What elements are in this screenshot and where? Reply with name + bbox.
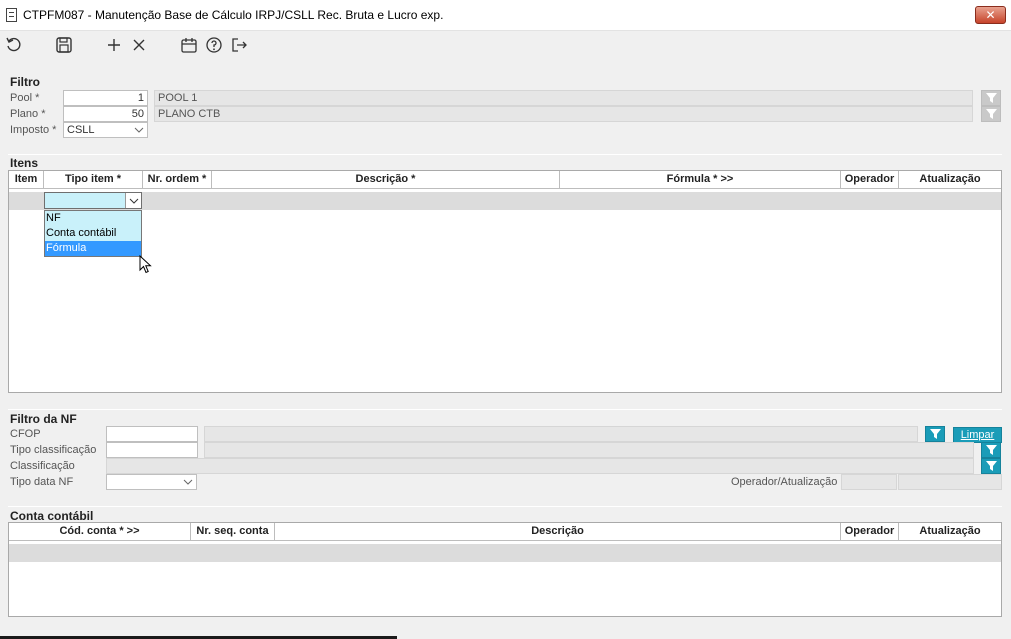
option-conta-contabil[interactable]: Conta contábil: [45, 226, 141, 241]
filter-icon: [986, 445, 997, 455]
delete-icon[interactable]: [129, 35, 149, 55]
filter-icon: [986, 461, 997, 471]
close-button[interactable]: ✕: [975, 6, 1006, 24]
tipo-classificacao-filter-button[interactable]: [981, 442, 1001, 458]
col-descricao-conta[interactable]: Descrição: [275, 523, 841, 541]
divider: [8, 409, 1002, 410]
cfop-description: [204, 426, 918, 442]
plano-filter-button[interactable]: [981, 106, 1001, 122]
divider: [8, 154, 1002, 155]
classificacao-label: Classificação: [10, 460, 75, 472]
conta-contabil-title: Conta contábil: [10, 509, 94, 523]
tipo-item-dropdown-button[interactable]: [125, 193, 141, 208]
operador-field: [841, 474, 897, 490]
filtro-nf-title: Filtro da NF: [10, 412, 77, 426]
plano-description: PLANO CTB: [154, 106, 973, 122]
help-icon[interactable]: [204, 35, 224, 55]
save-icon[interactable]: [54, 35, 74, 55]
atualizacao-field: [898, 474, 1002, 490]
cfop-filter-button[interactable]: [925, 426, 945, 442]
document-icon: [6, 8, 17, 22]
col-formula[interactable]: Fórmula * >>: [560, 171, 841, 189]
add-icon[interactable]: [104, 35, 124, 55]
table-row[interactable]: [9, 544, 1001, 562]
tipo-data-nf-select[interactable]: [106, 474, 197, 490]
col-operador[interactable]: Operador: [841, 171, 899, 189]
conta-grid-header: Cód. conta * >> Nr. seq. conta Descrição…: [9, 523, 1001, 541]
classificacao-filter-button[interactable]: [981, 458, 1001, 474]
imposto-label: Imposto *: [10, 124, 57, 136]
col-cod-conta[interactable]: Cód. conta * >>: [9, 523, 191, 541]
mouse-cursor-icon: [139, 255, 152, 274]
calendar-icon[interactable]: [179, 35, 199, 55]
limpar-button[interactable]: Limpar: [953, 427, 1002, 443]
pool-description: POOL 1: [154, 90, 973, 106]
plano-input[interactable]: 50: [63, 106, 148, 122]
pool-input[interactable]: 1: [63, 90, 148, 106]
table-row[interactable]: [9, 192, 1001, 210]
chevron-down-icon: [183, 479, 193, 485]
cfop-label: CFOP: [10, 428, 41, 440]
classificacao-input[interactable]: [106, 458, 974, 474]
tipo-classificacao-label: Tipo classificação: [10, 444, 97, 456]
filter-icon: [986, 93, 997, 103]
conta-contabil-grid: Cód. conta * >> Nr. seq. conta Descrição…: [8, 522, 1002, 617]
window-title: CTPFM087 - Manutenção Base de Cálculo IR…: [23, 8, 444, 22]
chevron-down-icon: [134, 127, 144, 133]
undo-icon[interactable]: [4, 35, 24, 55]
tipo-classificacao-description: [204, 442, 974, 458]
filter-icon: [930, 429, 941, 439]
pool-filter-button[interactable]: [981, 90, 1001, 106]
imposto-value: CSLL: [67, 124, 95, 136]
tipo-classificacao-input[interactable]: [106, 442, 198, 458]
itens-grid: Item Tipo item * Nr. ordem * Descrição *…: [8, 170, 1002, 393]
option-formula[interactable]: Fórmula: [45, 241, 141, 256]
col-atualizacao[interactable]: Atualização: [899, 171, 1001, 189]
title-bar: CTPFM087 - Manutenção Base de Cálculo IR…: [0, 0, 1011, 31]
divider: [8, 506, 1002, 507]
itens-title: Itens: [10, 156, 39, 170]
option-nf[interactable]: NF: [45, 211, 141, 226]
tipo-data-nf-label: Tipo data NF: [10, 476, 74, 488]
col-tipo-item[interactable]: Tipo item *: [44, 171, 143, 189]
col-nr-seq-conta[interactable]: Nr. seq. conta: [191, 523, 275, 541]
operador-atualizacao-label: Operador/Atualização: [731, 476, 838, 488]
plano-label: Plano *: [10, 108, 46, 120]
filter-icon: [986, 109, 997, 119]
col-nr-ordem[interactable]: Nr. ordem *: [143, 171, 212, 189]
cfop-input[interactable]: [106, 426, 198, 442]
col-item[interactable]: Item: [9, 171, 44, 189]
col-operador-conta[interactable]: Operador: [841, 523, 899, 541]
col-atualizacao-conta[interactable]: Atualização: [899, 523, 1001, 541]
itens-grid-header: Item Tipo item * Nr. ordem * Descrição *…: [9, 171, 1001, 189]
chevron-down-icon: [129, 198, 139, 204]
col-descricao[interactable]: Descrição *: [212, 171, 560, 189]
exit-icon[interactable]: [229, 35, 249, 55]
imposto-select[interactable]: CSLL: [63, 122, 148, 138]
filtro-title: Filtro: [10, 75, 40, 89]
tipo-item-options: NF Conta contábil Fórmula: [44, 210, 142, 257]
toolbar: [0, 31, 1011, 59]
pool-label: Pool *: [10, 92, 40, 104]
